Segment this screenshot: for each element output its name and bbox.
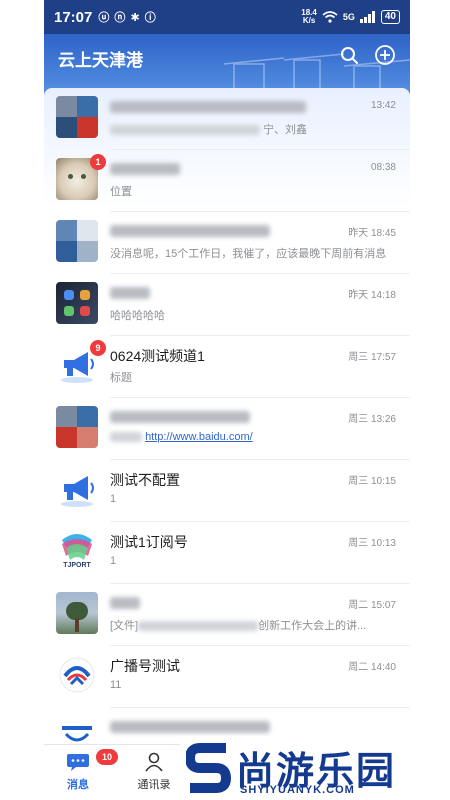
conversation-preview: 宁、刘鑫 xyxy=(110,121,307,137)
messages-unread-badge: 10 xyxy=(96,749,118,765)
unread-badge: 9 xyxy=(90,340,106,356)
conversation-preview: 1 xyxy=(110,493,117,505)
conversation-row[interactable]: [文件] 创新工作大会上的讲... 周二 15:07 xyxy=(44,584,410,646)
watermark-sub: SHYIYUANYK.COM xyxy=(240,784,355,796)
conversation-title xyxy=(110,98,306,114)
conversation-row[interactable]: 宁、刘鑫 13:42 xyxy=(44,88,410,150)
network-speed: 18.4 K/s xyxy=(301,9,317,25)
network-speed-unit: K/s xyxy=(302,16,316,25)
preview-link[interactable]: http://www.baidu.com/ xyxy=(145,431,253,443)
conversation-title: 广播号测试 xyxy=(110,658,180,674)
conversation-title xyxy=(110,718,270,734)
status-right: 18.4 K/s 5G 40 xyxy=(301,9,400,25)
app-title: 云上天津港 xyxy=(58,51,143,70)
conversation-time: 周三 10:13 xyxy=(348,538,396,549)
conversation-time: 周二 15:07 xyxy=(348,600,396,611)
tjport-label: TJPORT xyxy=(63,562,91,569)
conversation-row[interactable]: http://www.baidu.com/ 周三 13:26 xyxy=(44,398,410,460)
conversation-time: 昨天 18:45 xyxy=(348,228,396,239)
conversation-row[interactable]: 哈哈哈哈哈 昨天 14:18 xyxy=(44,274,410,336)
conversation-title: 测试不配置 xyxy=(110,472,180,488)
conversation-title xyxy=(110,160,180,176)
conversation-time: 周三 17:57 xyxy=(348,352,396,363)
preview-prefix: [文件] xyxy=(110,620,139,632)
conversation-title: 测试1订阅号 xyxy=(110,534,188,550)
phone-screen: 17:07 ⓤ ⓝ ✱ ⓘ 18.4 K/s 5G 40 云上天津港 宁、刘鑫 … xyxy=(44,0,410,800)
conversation-row[interactable]: 1 位置 08:38 xyxy=(44,150,410,212)
conversation-title xyxy=(110,284,150,300)
group-avatar xyxy=(56,406,98,448)
chat-bubble-icon xyxy=(67,754,89,771)
conversation-time: 08:38 xyxy=(370,162,396,173)
signal-bars-icon xyxy=(359,11,375,23)
tab-contacts-label: 通讯录 xyxy=(137,779,171,791)
conversation-row[interactable]: 9 0624测试频道1 标题 周三 17:57 xyxy=(44,336,410,398)
tab-messages-label: 消息 xyxy=(67,779,89,791)
conversation-preview: 1 xyxy=(110,555,117,567)
conversation-preview: 标题 xyxy=(110,372,132,384)
broadcast-logo xyxy=(59,657,95,693)
unread-badge: 1 xyxy=(90,154,106,170)
contacts-icon xyxy=(145,752,163,772)
conversation-time: 13:42 xyxy=(370,100,396,111)
conversation-title xyxy=(110,408,250,424)
conversation-time: 周二 14:40 xyxy=(348,662,396,673)
tree-avatar xyxy=(56,592,98,634)
conversation-preview: 没消息呢，15个工作日，我催了，应该最晚下周前有消息 xyxy=(110,248,387,260)
tjport-logo: TJPORT xyxy=(56,530,98,572)
site-watermark: 尚游乐园 SHYIYUANYK.COM xyxy=(180,736,450,800)
signal-label: 5G xyxy=(342,12,355,22)
tab-contacts[interactable]: 通讯录 xyxy=(124,751,184,792)
battery-indicator: 40 xyxy=(380,10,400,24)
conversation-row[interactable]: 没消息呢，15个工作日，我催了，应该最晚下周前有消息 昨天 18:45 xyxy=(44,212,410,274)
preview-text: 宁、刘鑫 xyxy=(263,124,308,136)
phone-avatar xyxy=(56,282,98,324)
conversation-preview: 11 xyxy=(110,679,122,691)
megaphone-icon xyxy=(61,476,94,507)
watermark-s-logo xyxy=(186,743,232,793)
conversation-list: 宁、刘鑫 13:42 1 位置 08:38 没消息呢，15个工作日，我催了，应该… xyxy=(44,88,410,748)
plus-circle-icon[interactable] xyxy=(374,44,396,66)
conversation-row[interactable]: 测试不配置 1 周三 10:15 xyxy=(44,460,410,522)
group-avatar xyxy=(56,220,98,262)
conversation-preview: 位置 xyxy=(110,186,132,198)
conversation-time: 周三 10:15 xyxy=(348,476,396,487)
search-icon[interactable] xyxy=(338,44,360,66)
conversation-preview: [文件] 创新工作大会上的讲... xyxy=(110,617,366,633)
conversation-preview: http://www.baidu.com/ xyxy=(110,431,253,443)
tjport-logo-icon xyxy=(62,534,92,560)
group-avatar xyxy=(56,96,98,138)
conversation-preview: 哈哈哈哈哈 xyxy=(110,310,165,322)
status-time: 17:07 xyxy=(54,8,93,26)
preview-suffix: 创新工作大会上的讲... xyxy=(258,620,367,632)
conversation-title xyxy=(110,222,270,238)
status-bar: 17:07 ⓤ ⓝ ✱ ⓘ 18.4 K/s 5G 40 xyxy=(44,0,410,34)
conversation-title xyxy=(110,594,140,610)
status-notification-icons: ⓤ ⓝ ✱ ⓘ xyxy=(98,12,157,24)
wifi-icon xyxy=(322,11,338,23)
conversation-row[interactable]: TJPORT 测试1订阅号 1 周三 10:13 xyxy=(44,522,410,584)
conversation-row[interactable]: 广播号测试 11 周二 14:40 xyxy=(44,646,410,708)
conversation-title: 0624测试频道1 xyxy=(110,348,205,364)
conversation-time: 周三 13:26 xyxy=(348,414,396,425)
conversation-time: 昨天 14:18 xyxy=(348,290,396,301)
